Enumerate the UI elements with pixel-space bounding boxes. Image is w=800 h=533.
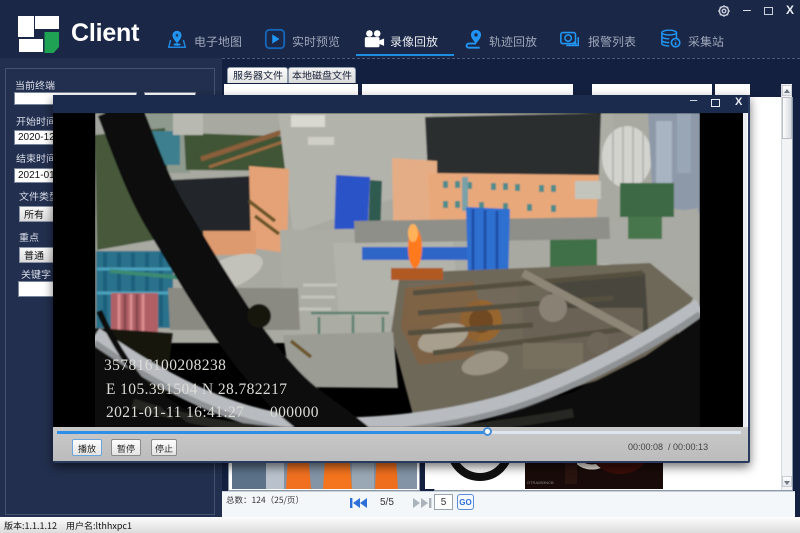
svg-text:357816100208238: 357816100208238	[104, 357, 226, 374]
svg-text:GTRA0B3NCB: GTRA0B3NCB	[527, 480, 554, 485]
svg-text:E 105.391504 N 28.782217: E 105.391504 N 28.782217	[106, 381, 287, 398]
svg-text:2021-01-11 16:41:27 00000: 2021-01-11 16:41:27 000000	[106, 404, 319, 421]
